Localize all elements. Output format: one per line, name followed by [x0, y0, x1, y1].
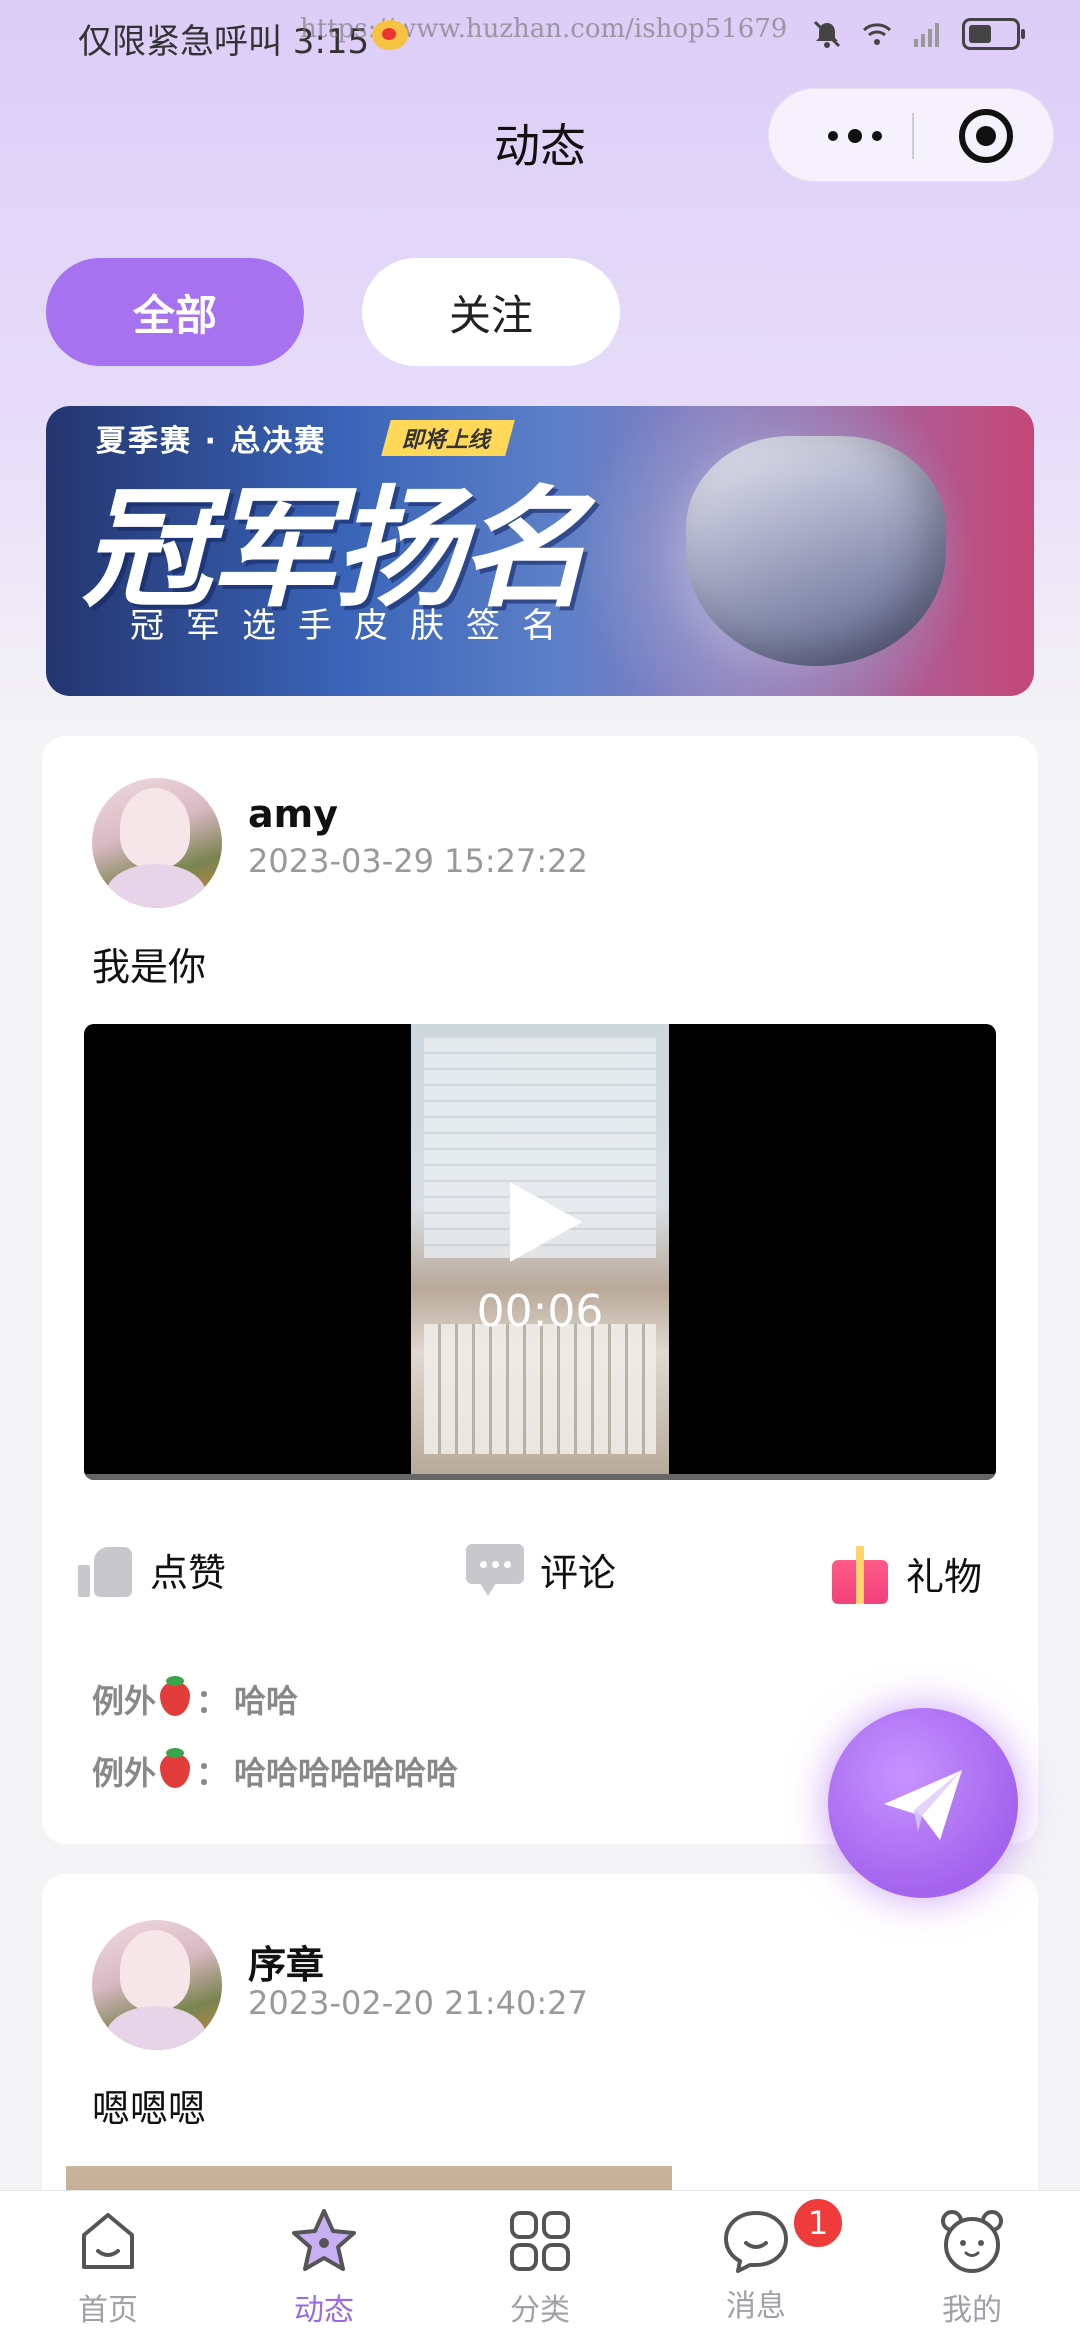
bear-icon [941, 2210, 1003, 2273]
comment-text: 哈哈 [234, 1682, 299, 1720]
tab-messages[interactable]: 1 消息 [686, 2195, 846, 2325]
post-text: 我是你 [92, 945, 207, 989]
tab-profile[interactable]: 我的 [902, 2205, 1042, 2329]
tab-messages-label: 消息 [726, 2289, 786, 2324]
comment-separator: ： [196, 1754, 229, 1792]
video-progress-bar[interactable] [84, 1474, 996, 1480]
post-time: 2023-03-29 15:27:22 [248, 842, 588, 880]
comment-icon [466, 1543, 524, 1596]
play-icon[interactable] [510, 1182, 582, 1262]
status-icons [812, 18, 1025, 50]
weibo-icon [372, 20, 408, 50]
comment-separator: ： [196, 1682, 229, 1720]
video-duration: 00:06 [476, 1286, 604, 1337]
promo-banner[interactable]: 夏季赛 · 总决赛 即将上线 冠军扬名 冠军选手皮肤签名 [46, 406, 1034, 696]
post-username[interactable]: 序章 [248, 1934, 324, 1989]
tab-all[interactable]: 全部 [46, 258, 304, 366]
battery-icon [962, 18, 1025, 50]
chat-icon [724, 2211, 788, 2273]
wifi-icon [862, 23, 892, 45]
grid-icon [510, 2211, 570, 2271]
more-icon[interactable] [805, 89, 905, 183]
like-button[interactable]: 点赞 [78, 1542, 226, 1597]
status-bar: 仅限紧急呼叫 3:15 https://www.huzhan.com/ishop… [0, 0, 1080, 72]
post-time: 2023-02-20 21:40:27 [248, 1984, 588, 2022]
paper-plane-icon [884, 1770, 962, 1840]
gift-icon [830, 1542, 890, 1604]
comment-item[interactable]: 例外 ： 哈哈哈哈哈哈哈 [92, 1748, 458, 1794]
avatar[interactable] [92, 778, 222, 908]
bottom-tab-bar: 首页 动态 分类 1 消息 我的 [0, 2190, 1080, 2340]
avatar[interactable] [92, 1920, 222, 2050]
home-icon [82, 2213, 134, 2269]
chat-icon-wrap: 1 [720, 2195, 846, 2277]
bell-muted-icon [813, 20, 841, 48]
tab-profile-label: 我的 [942, 2293, 1002, 2328]
strawberry-icon [160, 1676, 191, 1716]
trophy-image [686, 436, 946, 666]
comment-item[interactable]: 例外 ： 哈哈 [92, 1676, 298, 1722]
gift-button[interactable]: 礼物 [830, 1542, 982, 1604]
tab-follow[interactable]: 关注 [362, 258, 620, 366]
gift-label: 礼物 [906, 1554, 983, 1599]
thumbs-up-icon [78, 1543, 134, 1597]
banner-sub-text: 冠军选手皮肤签名 [130, 606, 578, 646]
comment-label: 评论 [540, 1551, 617, 1595]
mini-program-capsule [768, 88, 1054, 182]
tab-moments-label: 动态 [294, 2293, 354, 2328]
star-icon [292, 2209, 356, 2271]
video-thumbnail-keyboard [424, 1324, 656, 1454]
tab-category[interactable]: 分类 [470, 2205, 610, 2329]
strawberry-icon [160, 1748, 191, 1788]
comment-user: 例外 [92, 1754, 157, 1792]
unread-badge: 1 [790, 2195, 846, 2251]
comment-text: 哈哈哈哈哈哈哈 [234, 1754, 459, 1792]
signal-icon [914, 23, 939, 47]
comment-button[interactable]: 评论 [466, 1542, 616, 1597]
target-icon[interactable] [959, 109, 1013, 163]
post-username[interactable]: amy [248, 792, 338, 836]
post-text: 嗯嗯嗯 [92, 2087, 207, 2131]
post-card: amy 2023-03-29 15:27:22 我是你 00:06 点赞 评论 … [42, 736, 1038, 1844]
capsule-divider [912, 113, 914, 159]
like-label: 点赞 [150, 1551, 227, 1595]
tab-moments[interactable]: 动态 [254, 2205, 394, 2329]
comment-user: 例外 [92, 1682, 157, 1720]
tab-category-label: 分类 [510, 2293, 570, 2328]
video-player[interactable]: 00:06 [84, 1024, 996, 1480]
tab-home-label: 首页 [78, 2293, 138, 2328]
publish-button[interactable] [828, 1708, 1018, 1898]
tab-home[interactable]: 首页 [38, 2205, 178, 2329]
